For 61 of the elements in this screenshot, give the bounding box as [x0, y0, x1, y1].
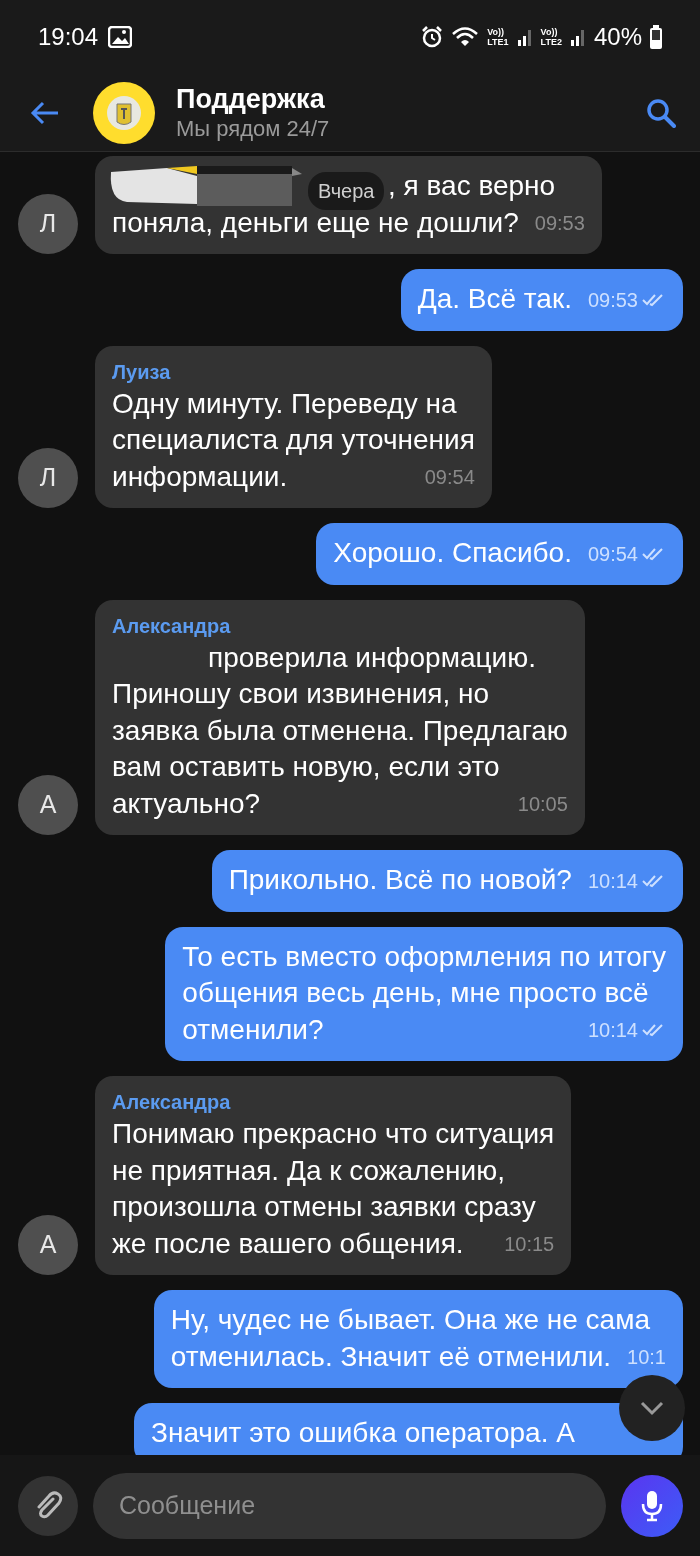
message-text: специалиста для уточнения	[112, 423, 475, 457]
avatar: Л	[18, 194, 78, 254]
battery-icon	[650, 25, 662, 49]
message-time: 10:15	[504, 1232, 555, 1257]
message-time: 09:54	[587, 541, 638, 567]
logo	[93, 81, 155, 144]
message-text: Понимаю прекрасно что ситуация	[112, 1117, 555, 1151]
message-time: 10:14	[587, 1018, 638, 1043]
message-text: заявка была отменена. Предлагаю	[112, 713, 568, 748]
network-label: Vo))	[540, 27, 559, 37]
signal-icon	[569, 27, 586, 47]
message-text: Приношу свои извинения, но	[112, 677, 490, 711]
search-icon	[646, 97, 676, 128]
message-time: 09:53	[587, 287, 638, 313]
chevron-down-icon	[639, 1400, 665, 1416]
wifi-icon	[451, 26, 480, 48]
battery-percent: 40%	[593, 22, 642, 52]
avatar: А	[18, 775, 78, 835]
chat-title: Поддержка	[176, 82, 326, 115]
message-text: , я вас верно	[388, 169, 556, 203]
message-time: 10:1	[627, 1345, 666, 1370]
avatar: Л	[18, 448, 78, 508]
message-text: информации.	[112, 459, 288, 494]
message-text: актуально?	[112, 786, 261, 821]
date-label: Вчера	[308, 172, 385, 210]
sender-name: Александра	[112, 1090, 232, 1115]
message-text: не приятная. Да к сожалению,	[112, 1153, 505, 1188]
avatar: А	[18, 1215, 78, 1275]
message-time: 09:53	[534, 211, 585, 236]
message-text: То есть вместо оформления по итогу	[182, 939, 666, 974]
back-button[interactable]	[30, 99, 60, 126]
message-time: 10:05	[517, 792, 568, 817]
message-text: проверила информацию.	[208, 640, 536, 675]
message-text: Хорошо. Спасибо.	[333, 536, 572, 570]
chat-subtitle: Мы рядом 24/7	[176, 114, 331, 143]
sender-name: Александра	[112, 613, 232, 639]
message-text: Ну, чудес не бывает. Она же не сама	[170, 1303, 650, 1337]
message-input[interactable]: Сообщение	[93, 1472, 606, 1539]
sender-name: Луиза	[112, 359, 172, 385]
alarm-icon	[421, 26, 444, 48]
message-text: же после вашего общения.	[112, 1226, 464, 1261]
message-text: Значит это ошибка оператора. А	[151, 1416, 575, 1450]
message-text: общения весь день, мне просто всё	[182, 976, 649, 1010]
message-text: вам оставить новую, если это	[112, 750, 500, 784]
message-text: Одну минуту. Переведу на	[112, 386, 457, 421]
back-arrow-icon	[30, 99, 60, 126]
network-label: LTE1	[487, 37, 509, 47]
clock: 19:04	[38, 22, 99, 52]
microphone-icon	[641, 1489, 663, 1522]
image-icon	[108, 26, 133, 48]
message-text: отменилась. Значит её отменили.	[170, 1339, 612, 1374]
message-text: Да. Всё так.	[417, 282, 572, 316]
network-label: LTE2	[540, 37, 562, 47]
message-text: Прикольно. Всё по новой?	[228, 863, 572, 897]
search-button[interactable]	[646, 97, 676, 128]
message-time: 10:14	[587, 868, 638, 894]
message-time: 09:54	[424, 465, 475, 490]
message-text: произошла отмены заявки сразу	[112, 1190, 536, 1224]
message-text: отменили?	[182, 1012, 324, 1047]
signal-icon	[516, 27, 533, 47]
network-label: Vo))	[487, 27, 506, 37]
